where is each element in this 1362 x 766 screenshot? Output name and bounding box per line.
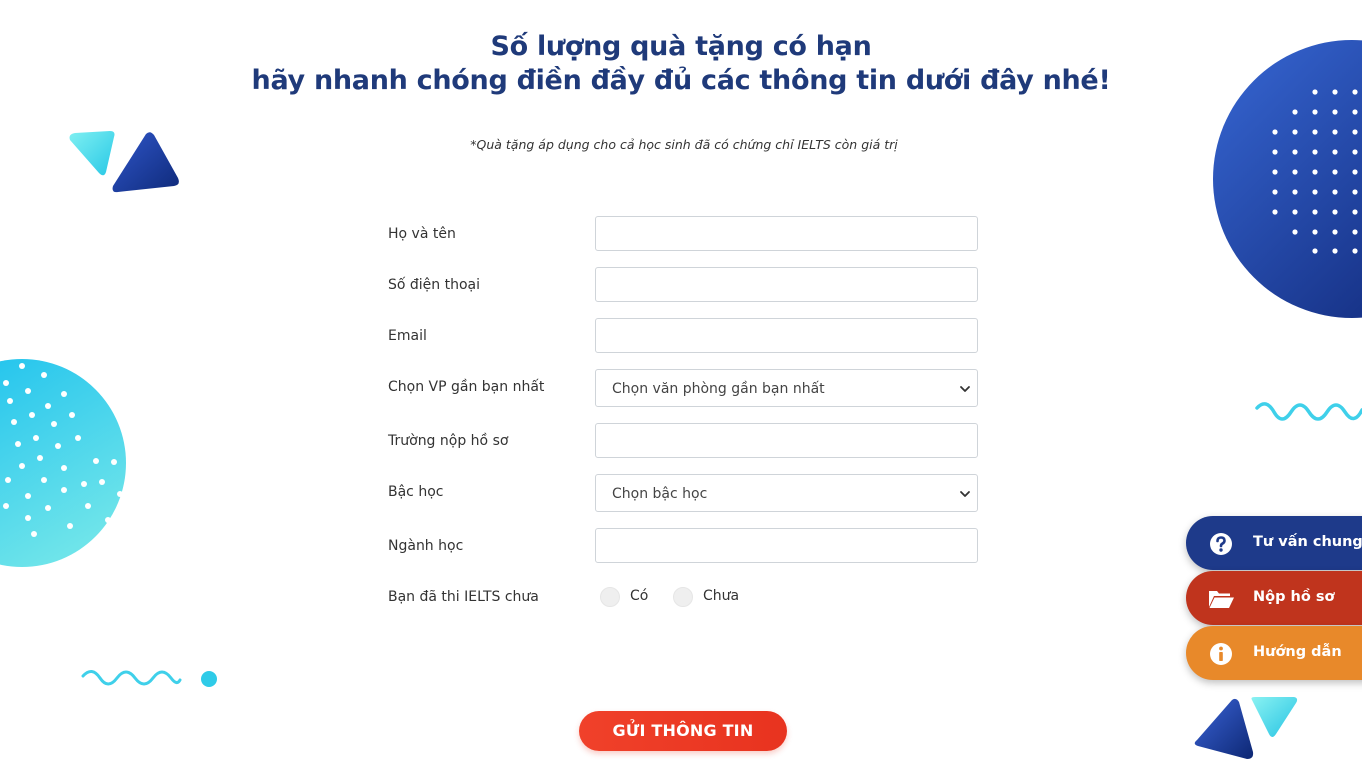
- info-circle-icon: [1210, 643, 1232, 665]
- major-input[interactable]: [595, 528, 978, 563]
- full-name-input[interactable]: [595, 216, 978, 251]
- title-line-1: Số lượng quà tặng có hạn: [490, 31, 872, 62]
- school-input[interactable]: [595, 423, 978, 458]
- row-major: Ngành học: [388, 528, 978, 564]
- ielts-label: Bạn đã thi IELTS chưa: [388, 589, 539, 605]
- level-select[interactable]: Chọn bậc học: [595, 474, 978, 512]
- office-selected-value: Chọn văn phòng gần bạn nhất: [612, 381, 825, 397]
- row-ielts: Bạn đã thi IELTS chưa Có Chưa: [388, 587, 978, 623]
- title-line-2: hãy nhanh chóng điền đầy đủ các thông ti…: [251, 65, 1111, 96]
- submit-application-label: Nộp hồ sơ: [1253, 589, 1335, 605]
- page-title: Số lượng quà tặng có hạn hãy nhanh chóng…: [0, 30, 1362, 98]
- phone-label: Số điện thoại: [388, 277, 481, 293]
- decor-circle-dotted-left: [0, 359, 126, 567]
- office-label: Chọn VP gần bạn nhất: [388, 379, 545, 395]
- ielts-yes-label[interactable]: Có: [630, 588, 648, 604]
- decor-wave-right: [1255, 402, 1362, 421]
- general-advice-button[interactable]: Tư vấn chung: [1186, 516, 1362, 570]
- level-label: Bậc học: [388, 484, 444, 500]
- submit-button[interactable]: GỬI THÔNG TIN: [579, 711, 787, 751]
- school-label: Trường nộp hồ sơ: [388, 433, 509, 449]
- chevron-down-icon: [960, 491, 970, 497]
- row-email: Email: [388, 318, 978, 354]
- level-selected-value: Chọn bậc học: [612, 486, 708, 502]
- guide-button[interactable]: Hướng dẫn: [1186, 626, 1362, 680]
- row-level: Bậc học Chọn bậc học: [388, 474, 978, 512]
- submit-application-button[interactable]: Nộp hồ sơ: [1186, 571, 1362, 625]
- folder-open-icon: [1209, 591, 1234, 608]
- major-label: Ngành học: [388, 538, 464, 554]
- general-advice-label: Tư vấn chung: [1253, 534, 1362, 550]
- guide-label: Hướng dẫn: [1253, 644, 1342, 660]
- decor-wave-bottom-left: [81, 670, 217, 687]
- phone-input[interactable]: [595, 267, 978, 302]
- question-circle-icon: [1210, 533, 1232, 555]
- email-input[interactable]: [595, 318, 978, 353]
- ielts-yes-radio[interactable]: [600, 587, 620, 607]
- full-name-label: Họ và tên: [388, 226, 456, 242]
- ielts-no-radio[interactable]: [673, 587, 693, 607]
- ielts-no-label[interactable]: Chưa: [703, 588, 739, 604]
- office-select[interactable]: Chọn văn phòng gần bạn nhất: [595, 369, 978, 407]
- email-label: Email: [388, 328, 427, 344]
- row-phone: Số điện thoại: [388, 267, 978, 303]
- gift-note: *Quà tặng áp dụng cho cả học sinh đã có …: [470, 137, 898, 152]
- chevron-down-icon: [960, 386, 970, 392]
- row-office: Chọn VP gần bạn nhất Chọn văn phòng gần …: [388, 369, 978, 407]
- row-school: Trường nộp hồ sơ: [388, 423, 978, 459]
- row-full-name: Họ và tên: [388, 216, 978, 252]
- decor-triangles-bottom-right: [1194, 697, 1298, 759]
